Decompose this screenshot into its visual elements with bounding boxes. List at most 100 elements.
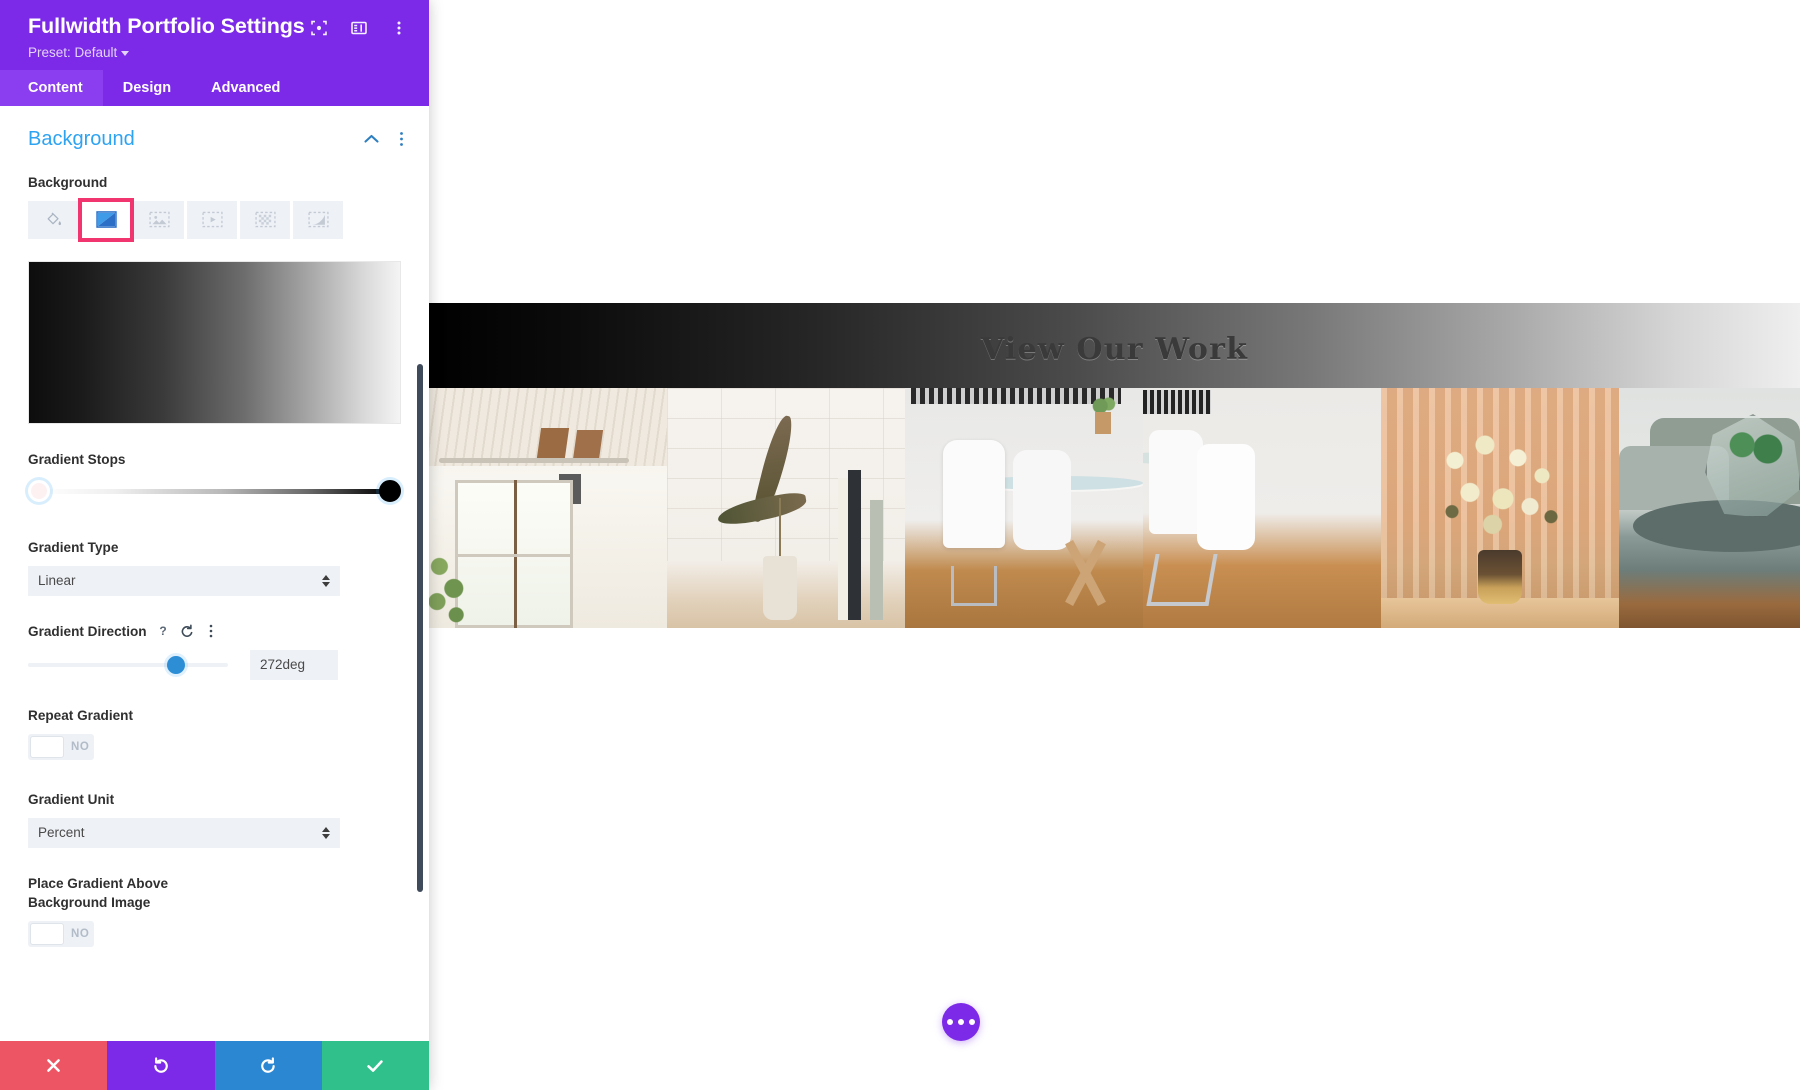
gradient-preview[interactable]: [28, 260, 401, 424]
gradient-type-select[interactable]: Linear: [28, 565, 340, 596]
tab-content[interactable]: Content: [0, 69, 103, 106]
toggle-knob: [30, 922, 64, 945]
chevron-up-icon[interactable]: [363, 131, 379, 147]
book: [870, 500, 883, 620]
ellipsis-icon: [958, 1019, 964, 1025]
save-button[interactable]: [321, 1041, 429, 1090]
hero-heading: View Our Work: [980, 331, 1249, 367]
gradient-stop-end-handle[interactable]: [379, 479, 401, 502]
moss: [1723, 428, 1787, 470]
undo-button[interactable]: [107, 1041, 215, 1090]
panel-layout-icon[interactable]: [349, 18, 369, 38]
portfolio-item-white-chairs[interactable]: [1143, 388, 1381, 628]
section-title: Background: [28, 127, 135, 150]
gradient-unit-label: Gradient Unit: [28, 791, 115, 807]
gradient-stops-field: Gradient Stops: [0, 450, 429, 504]
slider-knob[interactable]: [167, 655, 185, 674]
slider-fill: [28, 662, 176, 667]
svg-text:?: ?: [159, 624, 166, 638]
chrome-leg: [1146, 554, 1218, 606]
tab-advanced[interactable]: Advanced: [191, 70, 300, 106]
bouquet: [1425, 422, 1575, 550]
gradient-stops-label: Gradient Stops: [28, 451, 126, 467]
white-chair: [943, 440, 1005, 548]
fullwidth-portfolio-grid: [429, 388, 1800, 628]
toggle-knob: [30, 735, 64, 758]
fullscreen-icon[interactable]: [309, 18, 329, 38]
plant-stand: [1095, 412, 1111, 434]
preset-selector[interactable]: Preset: Default: [28, 45, 411, 60]
gradient-icon: [95, 211, 117, 229]
gradient-unit-field: Gradient Unit Percent: [0, 790, 429, 848]
background-image-button[interactable]: [134, 200, 184, 239]
settings-body: Background Background Gradient Stops Gra…: [0, 105, 429, 1041]
repeat-gradient-label: Repeat Gradient: [28, 707, 133, 723]
gradient-direction-input[interactable]: 272deg: [250, 649, 338, 680]
ellipsis-icon: [969, 1019, 975, 1025]
gradient-unit-select[interactable]: Percent: [28, 817, 340, 848]
panel-header-actions: [309, 14, 411, 38]
close-icon: [45, 1057, 62, 1074]
background-type-buttons: [28, 197, 401, 242]
gradient-stops-bar: [37, 488, 392, 494]
repeat-gradient-toggle[interactable]: NO: [28, 733, 94, 760]
gradient-direction-field: Gradient Direction ? 272deg: [0, 622, 429, 680]
gradient-type-field: Gradient Type Linear: [0, 538, 429, 596]
background-mask-button[interactable]: [293, 200, 343, 239]
check-icon: [365, 1056, 385, 1076]
video-icon: [201, 211, 223, 228]
place-gradient-above-label: Place Gradient Above Background Image: [28, 874, 228, 912]
place-gradient-above-toggle[interactable]: NO: [28, 920, 94, 947]
more-options-icon[interactable]: [389, 18, 409, 38]
gradient-stop-start-handle[interactable]: [28, 479, 50, 502]
gradient-direction-control: 272deg: [28, 649, 401, 680]
background-type-field: Background: [0, 173, 429, 242]
gradient-unit-value: Percent: [38, 825, 85, 841]
redo-button[interactable]: [214, 1041, 322, 1090]
background-section-header: Background: [0, 106, 429, 151]
white-chair: [1197, 444, 1255, 550]
wood-beam: [536, 428, 570, 458]
gradient-stops-slider[interactable]: [28, 478, 401, 504]
panel-scrollbar-track[interactable]: [417, 106, 426, 1041]
direction-options-kebab-icon[interactable]: [204, 624, 219, 639]
page-preview: View Our Work: [429, 0, 1800, 1090]
background-pattern-button[interactable]: [240, 200, 290, 239]
settings-tabs: Content Design Advanced: [0, 69, 429, 106]
portfolio-item-dining-set[interactable]: [905, 388, 1143, 628]
hero-section[interactable]: View Our Work: [429, 303, 1800, 395]
portfolio-item-loft-window[interactable]: [429, 388, 667, 628]
page-settings-fab[interactable]: [942, 1003, 980, 1041]
portfolio-item-terrarium[interactable]: [1619, 388, 1800, 628]
section-options-kebab-icon[interactable]: [393, 131, 409, 147]
place-gradient-above-line2: Background Image: [28, 894, 151, 910]
gradient-direction-slider[interactable]: [28, 654, 228, 676]
select-arrows-icon: [322, 826, 330, 839]
background-video-button[interactable]: [187, 200, 237, 239]
place-gradient-above-line1: Place Gradient Above: [28, 875, 169, 891]
cancel-button[interactable]: [0, 1041, 108, 1090]
panel-scrollbar-thumb[interactable]: [417, 363, 423, 892]
background-color-button[interactable]: [28, 200, 78, 239]
chevron-down-icon: [121, 50, 130, 56]
page-title: Fullwidth Portfolio Settings: [28, 14, 305, 38]
reset-icon[interactable]: [180, 624, 195, 639]
portfolio-item-flower-vase[interactable]: [1381, 388, 1619, 628]
background-gradient-button[interactable]: [78, 197, 134, 242]
ellipsis-icon: [947, 1019, 953, 1025]
paint-bucket-icon: [44, 210, 63, 229]
panel-header: Fullwidth Portfolio Settings Preset: Def…: [0, 0, 429, 70]
white-chair: [1149, 430, 1203, 534]
gradient-direction-label: Gradient Direction: [28, 623, 147, 639]
gradient-type-label: Gradient Type: [28, 539, 119, 555]
place-gradient-above-field: Place Gradient Above Background Image NO: [0, 874, 429, 947]
pattern-icon: [254, 211, 276, 228]
portfolio-item-plant-books[interactable]: [667, 388, 905, 628]
tab-design[interactable]: Design: [103, 70, 191, 106]
repeat-gradient-value: NO: [71, 740, 90, 753]
help-icon[interactable]: ?: [156, 624, 171, 639]
gradient-type-value: Linear: [38, 573, 76, 589]
book: [848, 470, 861, 620]
vase: [763, 556, 797, 620]
panel-action-bar: [0, 1041, 429, 1090]
